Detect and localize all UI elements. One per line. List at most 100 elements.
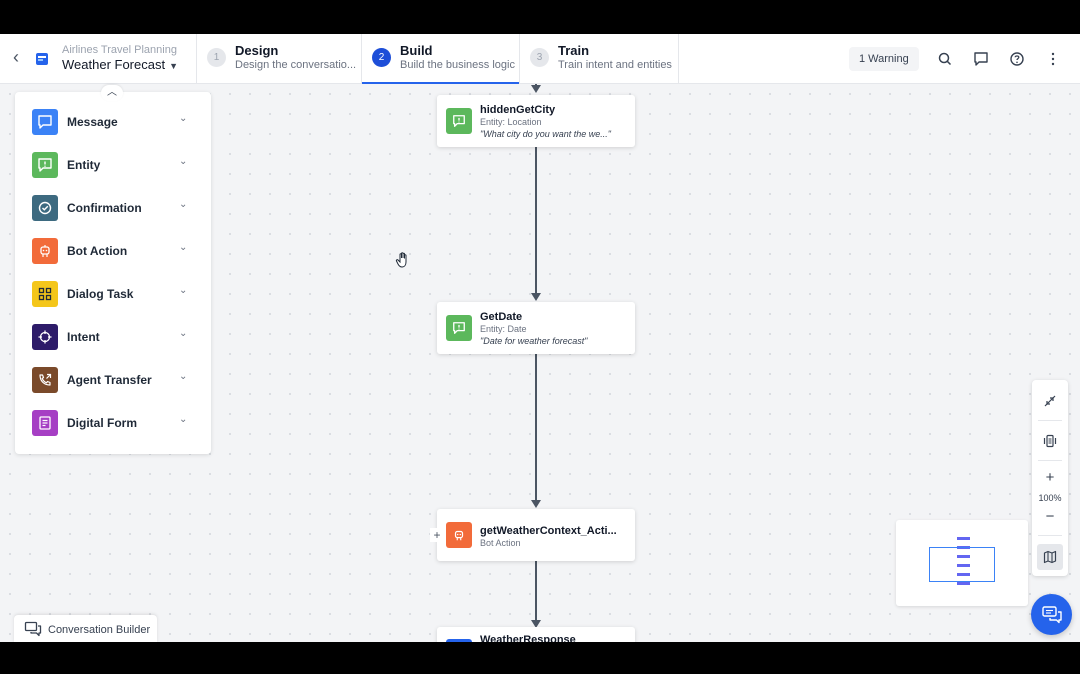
node-type: Entity: Location <box>480 117 542 127</box>
bot-action-icon <box>446 522 472 548</box>
flow-canvas[interactable]: ︿ Message ⌄ Entity ⌄ Confirmation ⌄ Bot … <box>0 84 1080 642</box>
divider <box>1038 420 1062 421</box>
arrow-down-icon <box>531 85 541 93</box>
node-prompt: "What city do you want the we..." <box>480 129 611 139</box>
palette-item-dialog-task[interactable]: Dialog Task ⌄ <box>15 276 211 312</box>
palette-item-confirmation[interactable]: Confirmation ⌄ <box>15 190 211 226</box>
node-title: GetDate <box>480 311 523 323</box>
back-button[interactable]: ‹ <box>8 48 24 67</box>
flow-node-weather-response[interactable]: WeatherResponse <box>437 627 635 642</box>
minimap[interactable] <box>896 520 1028 606</box>
palette-item-label: Agent Transfer <box>67 373 152 387</box>
palette-item-bot-action[interactable]: Bot Action ⌄ <box>15 233 211 269</box>
flow-connector <box>535 147 537 293</box>
palette-item-entity[interactable]: Entity ⌄ <box>15 147 211 183</box>
node-title: getWeatherContext_Acti... <box>480 525 617 537</box>
dialog-task-icon <box>32 281 58 307</box>
minimap-node <box>957 582 970 585</box>
divider <box>1038 460 1062 461</box>
node-type: Bot Action <box>480 538 521 548</box>
step-subtitle: Design the conversatio... <box>235 59 357 71</box>
app-title: Weather Forecast <box>62 57 166 72</box>
step-number: 1 <box>207 48 226 67</box>
minimap-node <box>957 537 970 540</box>
flow-node-hidden-get-city[interactable]: hiddenGetCity Entity: Location "What cit… <box>437 95 635 147</box>
palette-item-intent[interactable]: Intent ⌄ <box>15 319 211 355</box>
chat-bubbles-icon <box>1041 605 1062 623</box>
caret-down-icon: ▼ <box>169 61 179 71</box>
node-title: hiddenGetCity <box>480 104 556 116</box>
step-design[interactable]: 1 Design Design the conversatio... <box>196 34 361 84</box>
palette-item-label: Dialog Task <box>67 287 134 301</box>
zoom-toolbar: + 100% − <box>1032 380 1068 576</box>
chevron-down-icon[interactable]: ⌄ <box>179 242 187 253</box>
arrow-down-icon <box>531 293 541 301</box>
minimap-viewport[interactable] <box>929 547 995 582</box>
intent-icon <box>32 324 58 350</box>
agent-transfer-icon <box>32 367 58 393</box>
zoom-out-button[interactable]: − <box>1032 508 1068 526</box>
entity-icon <box>446 108 472 134</box>
step-number: 2 <box>372 48 391 67</box>
flow-connector <box>535 354 537 500</box>
chat-assistant-button[interactable] <box>1031 594 1072 635</box>
warning-badge[interactable]: 1 Warning <box>849 47 919 71</box>
chevron-down-icon[interactable]: ⌄ <box>179 156 187 167</box>
message-icon <box>32 109 58 135</box>
palette-item-label: Entity <box>67 158 101 172</box>
add-node-button[interactable]: + <box>430 528 444 542</box>
step-title: Train <box>558 43 590 58</box>
help-icon[interactable] <box>1008 50 1026 68</box>
step-build[interactable]: 2 Build Build the business logic <box>361 34 519 85</box>
hand-cursor-icon <box>395 252 407 268</box>
bot-action-icon <box>32 238 58 264</box>
palette-item-message[interactable]: Message ⌄ <box>15 104 211 140</box>
step-train[interactable]: 3 Train Train intent and entities <box>519 34 678 84</box>
digital-form-icon <box>32 410 58 436</box>
step-title: Design <box>235 43 279 58</box>
bot-icon <box>36 53 48 65</box>
palette-item-label: Intent <box>67 330 100 344</box>
palette-item-label: Digital Form <box>67 416 138 430</box>
palette-item-label: Message <box>67 115 118 129</box>
zoom-level: 100% <box>1038 493 1062 503</box>
app-subtitle: Airlines Travel Planning <box>62 44 177 56</box>
step-subtitle: Build the business logic <box>400 59 515 71</box>
chevron-down-icon[interactable]: ⌄ <box>179 414 187 425</box>
chevron-down-icon[interactable]: ⌄ <box>179 285 187 296</box>
chevron-down-icon[interactable]: ⌄ <box>179 371 187 382</box>
confirmation-icon <box>32 195 58 221</box>
collapse-arrows-icon[interactable] <box>1032 390 1068 412</box>
step-number: 3 <box>530 48 549 67</box>
divider <box>1038 535 1062 536</box>
chevron-down-icon[interactable]: ⌄ <box>179 113 187 124</box>
arrow-down-icon <box>531 500 541 508</box>
app-window: ‹ Airlines Travel Planning Weather Forec… <box>0 34 1080 642</box>
bot-selector[interactable]: Weather Forecast ▼ <box>62 57 178 72</box>
zoom-in-button[interactable]: + <box>1032 469 1068 487</box>
node-palette: ︿ Message ⌄ Entity ⌄ Confirmation ⌄ Bot … <box>15 85 211 454</box>
node-title: WeatherResponse <box>480 634 576 642</box>
conversation-icon <box>24 621 42 637</box>
auto-arrange-icon[interactable] <box>1032 430 1068 452</box>
chevron-down-icon[interactable]: ⌄ <box>179 328 187 339</box>
node-type: Entity: Date <box>480 324 527 334</box>
search-icon[interactable] <box>936 50 954 68</box>
flow-connector <box>535 561 537 621</box>
step-divider <box>678 34 679 84</box>
palette-item-agent-transfer[interactable]: Agent Transfer ⌄ <box>15 362 211 398</box>
map-icon <box>1043 550 1057 564</box>
chevron-up-icon[interactable]: ︿ <box>101 85 123 101</box>
more-options-icon[interactable] <box>1044 50 1062 68</box>
palette-item-digital-form[interactable]: Digital Form ⌄ <box>15 405 211 441</box>
conversation-builder-tab[interactable]: Conversation Builder <box>14 615 157 642</box>
map-toggle-button[interactable] <box>1037 544 1063 570</box>
palette-item-label: Confirmation <box>67 201 142 215</box>
flow-node-get-weather-context[interactable]: + getWeatherContext_Acti... Bot Action <box>430 509 635 561</box>
conversation-builder-label: Conversation Builder <box>48 624 151 636</box>
chevron-down-icon[interactable]: ⌄ <box>179 199 187 210</box>
flow-node-get-date[interactable]: GetDate Entity: Date "Date for weather f… <box>437 302 635 354</box>
step-title: Build <box>400 43 433 58</box>
chat-icon[interactable] <box>972 50 990 68</box>
message-icon <box>446 639 472 642</box>
